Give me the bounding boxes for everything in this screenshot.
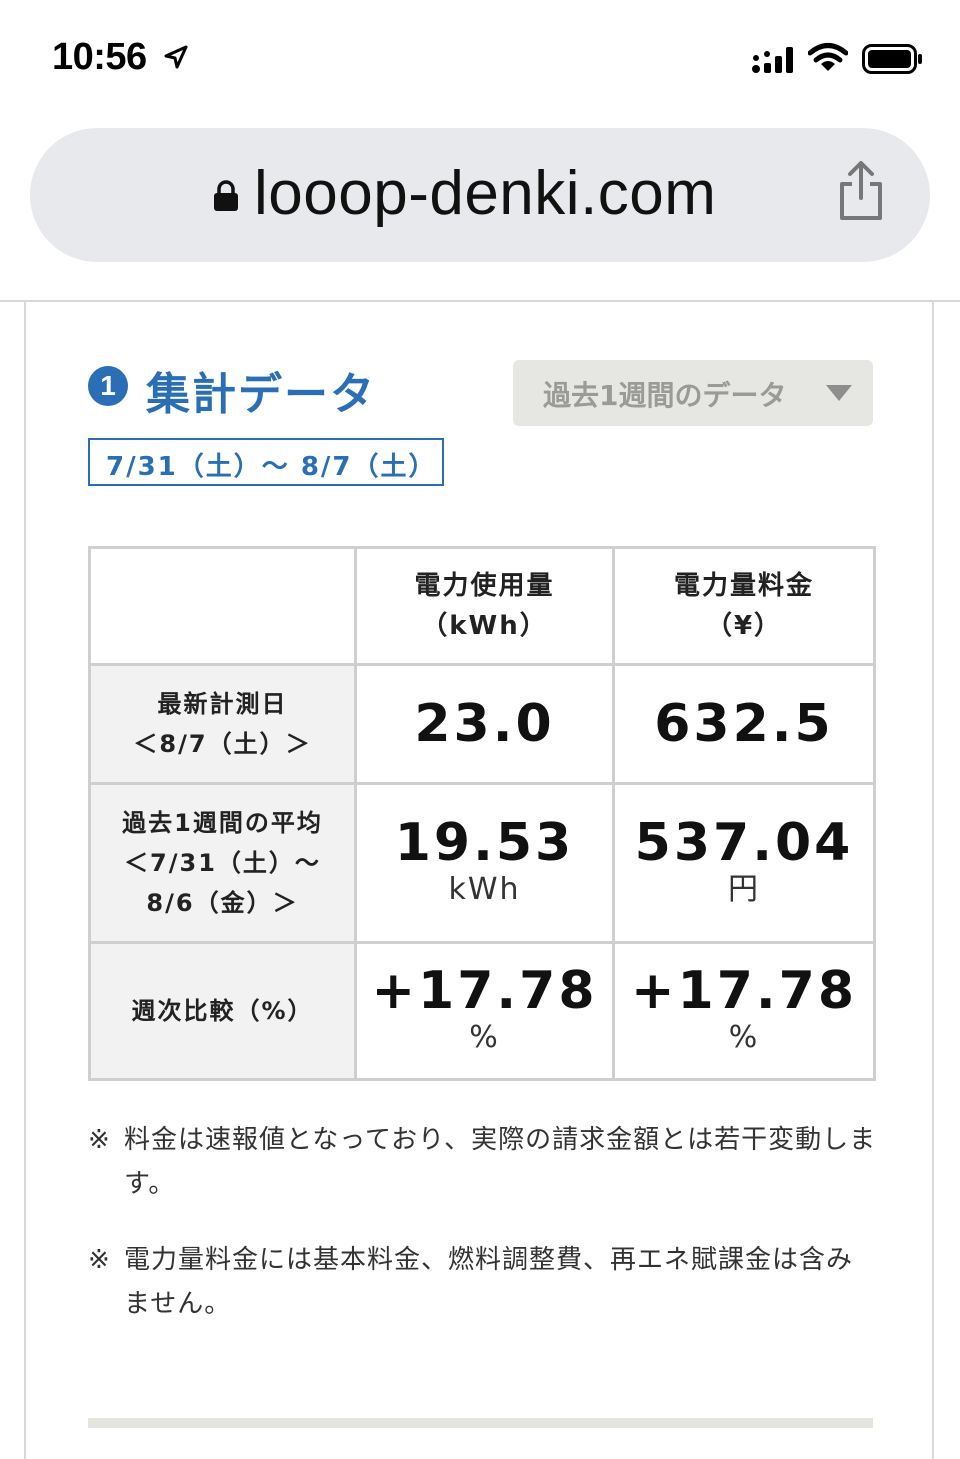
note-mark: ※ (88, 1245, 111, 1275)
location-arrow-icon (164, 45, 188, 69)
row-label-line: 過去1週間の平均 (122, 809, 323, 837)
section-number-badge: 1 (88, 366, 128, 406)
period-select[interactable]: 過去1週間のデータ (513, 360, 873, 426)
column-header-label: 電力使用量 (414, 571, 555, 601)
column-header-charge: 電力量料金 （¥） (612, 546, 876, 666)
share-icon[interactable] (836, 160, 886, 222)
charge-unit: % (728, 1020, 760, 1055)
table-row: 過去1週間の平均 ＜7/31（土）～ 8/6（金）＞ 19.53 kWh 537… (88, 782, 876, 944)
charge-cell: 632.5 (612, 663, 876, 785)
row-label-line: 週次比較（%） (131, 997, 314, 1025)
usage-cell: +17.78 % (354, 941, 615, 1081)
table-row: 週次比較（%） +17.78 % +17.78 % (88, 941, 876, 1081)
charge-value: 632.5 (654, 694, 834, 754)
row-label-latest: 最新計測日 ＜8/7（土）＞ (88, 663, 357, 785)
chevron-down-icon (826, 385, 852, 401)
url-text[interactable]: looop-denki.com (254, 158, 716, 229)
column-header-label: 電力量料金 (673, 571, 814, 601)
usage-value: 23.0 (414, 694, 555, 754)
usage-value: +17.78 (371, 961, 598, 1021)
charge-cell: 537.04 円 (612, 782, 876, 944)
date-range-badge: 7/31（土）～ 8/7（土） (88, 438, 444, 486)
table-header-row: 電力使用量 （kWh） 電力量料金 （¥） (88, 546, 876, 666)
row-label-weekly-comparison: 週次比較（%） (88, 941, 357, 1081)
section-title: 集計データ (146, 369, 376, 420)
battery-icon (862, 44, 922, 74)
lock-icon (214, 180, 238, 211)
column-header-usage: 電力使用量 （kWh） (354, 546, 615, 666)
row-label-line: 最新計測日 (157, 690, 288, 718)
summary-table: 電力使用量 （kWh） 電力量料金 （¥） 最新計測日 ＜8/7（土）＞ 23.… (88, 546, 876, 1081)
signal-icon (752, 47, 793, 73)
period-select-label: 過去1週間のデータ (543, 379, 787, 412)
column-header-unit: （¥） (705, 611, 783, 641)
table-row: 最新計測日 ＜8/7（土）＞ 23.0 632.5 (88, 663, 876, 785)
charge-value: 537.04 (634, 813, 854, 873)
usage-unit: kWh (448, 872, 521, 907)
status-time: 10:56 (52, 36, 147, 78)
note-item: ※ 電力量料金には基本料金、燃料調整費、再エネ賦課金は含みません。 (88, 1238, 878, 1326)
charge-cell: +17.78 % (612, 941, 876, 1081)
usage-cell: 23.0 (354, 663, 615, 785)
table-corner-cell (88, 546, 357, 666)
row-label-weekly-average: 過去1週間の平均 ＜7/31（土）～ 8/6（金）＞ (88, 782, 357, 944)
row-label-line: 8/6（金）＞ (146, 889, 299, 917)
charge-value: +17.78 (630, 961, 858, 1021)
usage-value: 19.53 (394, 813, 575, 873)
card-border (932, 302, 934, 1459)
usage-unit: % (469, 1020, 500, 1055)
toolbar-divider (0, 300, 960, 302)
column-header-unit: （kWh） (421, 611, 548, 641)
note-text: 電力量料金には基本料金、燃料調整費、再エネ賦課金は含みません。 (124, 1245, 854, 1319)
note-item: ※ 料金は速報値となっており、実際の請求金額とは若干変動します。 (88, 1118, 878, 1206)
card-border (24, 302, 26, 1459)
date-range-text: 7/31（土）～ 8/7（土） (106, 452, 437, 482)
note-mark: ※ (88, 1125, 111, 1155)
wifi-icon (808, 43, 848, 71)
usage-cell: 19.53 kWh (354, 782, 615, 944)
note-text: 料金は速報値となっており、実際の請求金額とは若干変動します。 (124, 1125, 877, 1199)
charge-unit: 円 (728, 872, 760, 907)
status-bar: 10:56 (0, 0, 960, 118)
row-label-line: ＜7/31（土）～ (124, 849, 321, 877)
row-label-line: ＜8/7（土）＞ (133, 730, 312, 758)
section-divider (88, 1418, 873, 1428)
